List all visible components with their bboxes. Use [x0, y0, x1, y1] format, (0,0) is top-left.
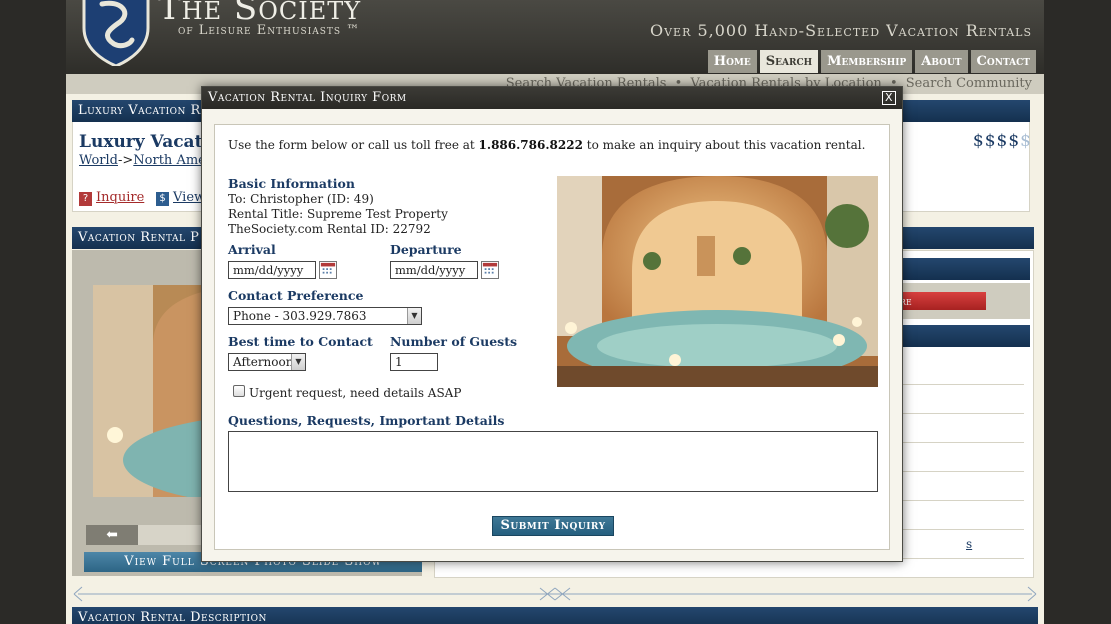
rental-id-text: TheSociety.com Rental ID: 22792 [228, 222, 431, 236]
modal-title: Vacation Rental Inquiry Form [208, 90, 407, 105]
intro-text-before: Use the form below or call us toll free … [228, 138, 479, 152]
form-intro: Use the form below or call us toll free … [228, 138, 865, 152]
basic-info-heading: Basic Information [228, 176, 355, 191]
guests-input[interactable]: 1 [390, 353, 438, 371]
arrival-date-input[interactable]: mm/dd/yyyy [228, 261, 316, 279]
recipient-text: To: Christopher (ID: 49) [228, 192, 374, 206]
best-time-value: Afternoon [233, 355, 294, 369]
calendar-icon[interactable] [319, 261, 337, 279]
contact-preference-label: Contact Preference [228, 288, 364, 303]
property-photo [557, 176, 878, 387]
contact-preference-select[interactable]: Phone - 303.929.7863 ▼ [228, 307, 422, 325]
inquiry-modal: Vacation Rental Inquiry Form X Use the f… [201, 86, 903, 562]
inquiry-form: Use the form below or call us toll free … [214, 124, 890, 550]
details-label: Questions, Requests, Important Details [228, 413, 505, 428]
toll-free-phone: 1.886.786.8222 [478, 138, 583, 152]
details-textarea[interactable] [228, 431, 878, 492]
chevron-down-icon: ▼ [291, 354, 305, 370]
arrival-label: Arrival [228, 242, 276, 257]
urgent-label[interactable]: Urgent request, need details ASAP [249, 386, 461, 400]
modal-titlebar[interactable]: Vacation Rental Inquiry Form X [202, 87, 902, 109]
chevron-down-icon: ▼ [407, 308, 421, 324]
guests-label: Number of Guests [390, 334, 518, 349]
submit-inquiry-button[interactable]: Submit Inquiry [492, 516, 614, 536]
best-time-label: Best time to Contact [228, 334, 373, 349]
urgent-checkbox[interactable] [233, 385, 245, 397]
rental-title-text: Rental Title: Supreme Test Property [228, 207, 448, 221]
calendar-icon[interactable] [481, 261, 499, 279]
modal-overlay: Vacation Rental Inquiry Form X Use the f… [0, 0, 1111, 624]
intro-text-after: to make an inquiry about this vacation r… [582, 138, 866, 152]
close-button[interactable]: X [882, 91, 896, 105]
contact-preference-value: Phone - 303.929.7863 [233, 309, 367, 323]
best-time-select[interactable]: Afternoon ▼ [228, 353, 306, 371]
departure-label: Departure [390, 242, 462, 257]
departure-date-input[interactable]: mm/dd/yyyy [390, 261, 478, 279]
